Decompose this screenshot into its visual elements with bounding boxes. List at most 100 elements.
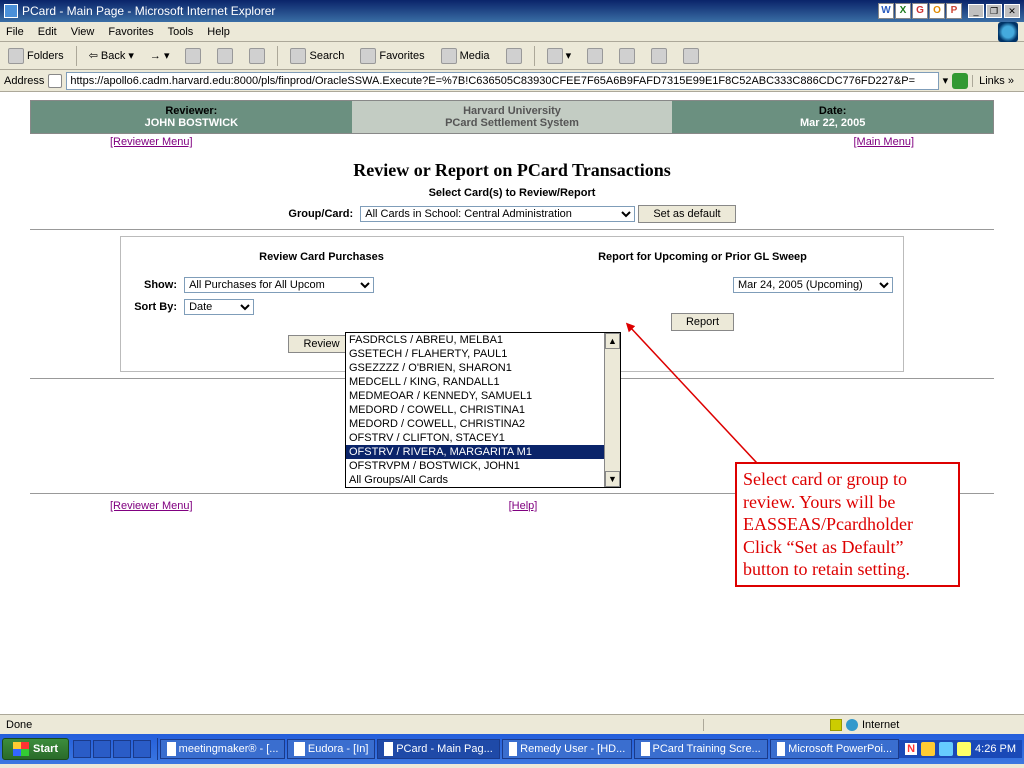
date-value: Mar 22, 2005 <box>672 117 993 129</box>
globe-icon <box>846 719 858 731</box>
dropdown-option[interactable]: MEDCELL / KING, RANDALL1 <box>346 375 620 389</box>
task-button[interactable]: Eudora - [In] <box>287 739 375 759</box>
menu-favorites[interactable]: Favorites <box>108 26 153 38</box>
review-panel-title: Review Card Purchases <box>131 251 512 263</box>
dropdown-scrollbar[interactable]: ▲ ▼ <box>604 333 620 487</box>
menu-edit[interactable]: Edit <box>38 26 57 38</box>
reviewer-menu-link-bot[interactable]: [Reviewer Menu] <box>110 500 193 512</box>
history-button[interactable] <box>502 46 526 66</box>
sort-label: Sort By: <box>131 301 177 313</box>
folders-button[interactable]: Folders <box>4 46 68 66</box>
start-button[interactable]: Start <box>2 738 69 760</box>
history-icon <box>506 48 522 64</box>
task-icon <box>384 742 393 756</box>
refresh-button[interactable] <box>213 46 237 66</box>
forward-button[interactable]: → ▾ <box>146 47 174 64</box>
dropdown-option[interactable]: MEDORD / COWELL, CHRISTINA2 <box>346 417 620 431</box>
dropdown-option[interactable]: OFSTRV / RIVERA, MARGARITA M1 <box>346 445 620 459</box>
print-button[interactable] <box>583 46 607 66</box>
help-link[interactable]: [Help] <box>509 500 538 512</box>
dropdown-option[interactable]: OFSTRVPM / BOSTWICK, JOHN1 <box>346 459 620 473</box>
close-button[interactable]: ✕ <box>1004 4 1020 18</box>
tray-icon-1[interactable] <box>921 742 935 756</box>
security-zone: Internet <box>862 719 899 731</box>
system-line1: Harvard University <box>352 105 673 117</box>
ql-icon-2[interactable] <box>93 740 111 758</box>
report-button[interactable]: Report <box>671 313 734 331</box>
sweep-select[interactable]: Mar 24, 2005 (Upcoming) <box>733 277 893 293</box>
dropdown-option[interactable]: GSEZZZZ / O'BRIEN, SHARON1 <box>346 361 620 375</box>
task-button[interactable]: meetingmaker® - [... <box>160 739 285 759</box>
quick-launch <box>73 740 151 758</box>
stop-button[interactable] <box>181 46 205 66</box>
powerpoint-icon[interactable]: P <box>946 3 962 19</box>
home-icon <box>249 48 265 64</box>
task-icon <box>641 742 649 756</box>
menu-tools[interactable]: Tools <box>168 26 194 38</box>
tray-icon-2[interactable] <box>939 742 953 756</box>
group-card-dropdown-list[interactable]: ▲ ▼ FASDRCLS / ABREU, MELBA1GSETECH / FL… <box>345 332 621 488</box>
go-button[interactable] <box>952 73 968 89</box>
task-button[interactable]: Remedy User - [HD... <box>502 739 633 759</box>
messenger-button[interactable] <box>679 46 703 66</box>
scroll-up-icon[interactable]: ▲ <box>605 333 620 349</box>
dropdown-option[interactable]: OFSTRV / CLIFTON, STACEY1 <box>346 431 620 445</box>
ql-icon-1[interactable] <box>73 740 91 758</box>
minimize-button[interactable]: _ <box>968 4 984 18</box>
task-icon <box>509 742 517 756</box>
menu-file[interactable]: File <box>6 26 24 38</box>
mail-button[interactable]: ▾ <box>543 46 576 66</box>
task-button[interactable]: PCard - Main Pag... <box>377 739 499 759</box>
refresh-icon <box>217 48 233 64</box>
dropdown-option[interactable]: MEDMEOAR / KENNEDY, SAMUEL1 <box>346 389 620 403</box>
ql-icon-3[interactable] <box>113 740 131 758</box>
ql-icon-4[interactable] <box>133 740 151 758</box>
menu-view[interactable]: View <box>71 26 95 38</box>
discuss-button[interactable] <box>647 46 671 66</box>
sort-select[interactable]: Date <box>184 299 254 315</box>
address-bar: Address ▾ Links » <box>0 70 1024 92</box>
g-icon[interactable]: G <box>912 3 928 19</box>
instruction-callout: Select card or group to review. Yours wi… <box>735 462 960 587</box>
task-button[interactable]: Microsoft PowerPoi... <box>770 739 899 759</box>
main-menu-link-top[interactable]: [Main Menu] <box>853 136 914 148</box>
home-button[interactable] <box>245 46 269 66</box>
taskbar-tasks: meetingmaker® - [...Eudora - [In]PCard -… <box>160 739 899 759</box>
group-card-select[interactable]: All Cards in School: Central Administrat… <box>360 206 635 222</box>
tray-icon-3[interactable] <box>957 742 971 756</box>
page-icon <box>48 74 62 88</box>
favorites-button[interactable]: Favorites <box>356 46 428 66</box>
dropdown-option[interactable]: FASDRCLS / ABREU, MELBA1 <box>346 333 620 347</box>
outlook-icon[interactable]: O <box>929 3 945 19</box>
set-default-button[interactable]: Set as default <box>638 205 735 223</box>
word-icon[interactable]: W <box>878 3 894 19</box>
task-icon <box>167 742 176 756</box>
show-select[interactable]: All Purchases for All Upcom <box>184 277 374 293</box>
dropdown-option[interactable]: All Groups/All Cards <box>346 473 620 487</box>
back-button[interactable]: ⇦ Back ▾ <box>85 47 138 64</box>
edit-icon <box>619 48 635 64</box>
dropdown-option[interactable]: GSETECH / FLAHERTY, PAUL1 <box>346 347 620 361</box>
messenger-icon <box>683 48 699 64</box>
ie-throbber-icon <box>998 22 1018 42</box>
address-input[interactable] <box>66 72 938 90</box>
excel-icon[interactable]: X <box>895 3 911 19</box>
search-button[interactable]: Search <box>286 46 348 66</box>
show-label: Show: <box>131 279 177 291</box>
restore-button[interactable]: ❐ <box>986 4 1002 18</box>
clock[interactable]: 4:26 PM <box>975 743 1016 755</box>
menu-help[interactable]: Help <box>207 26 230 38</box>
links-button[interactable]: Links » <box>972 75 1020 87</box>
reviewer-value: JOHN BOSTWICK <box>31 117 352 129</box>
scroll-down-icon[interactable]: ▼ <box>605 471 620 487</box>
tray-n-icon[interactable]: N <box>905 743 917 755</box>
task-button[interactable]: PCard Training Scre... <box>634 739 767 759</box>
window-title: PCard - Main Page - Microsoft Internet E… <box>22 4 275 18</box>
reviewer-menu-link-top[interactable]: [Reviewer Menu] <box>110 136 193 148</box>
menubar: File Edit View Favorites Tools Help <box>0 22 1024 42</box>
stop-icon <box>185 48 201 64</box>
edit-button[interactable] <box>615 46 639 66</box>
media-button[interactable]: Media <box>437 46 494 66</box>
dropdown-option[interactable]: MEDORD / COWELL, CHRISTINA1 <box>346 403 620 417</box>
address-dropdown[interactable]: ▾ <box>943 74 949 87</box>
